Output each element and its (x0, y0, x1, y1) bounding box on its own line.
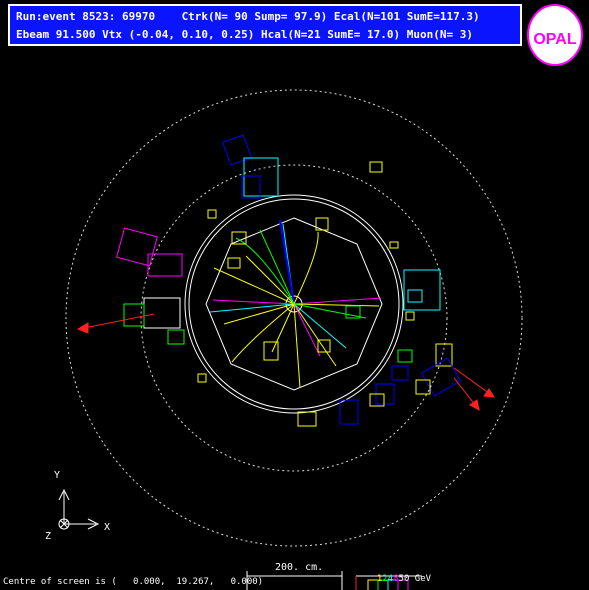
logo-text: OPAL (533, 31, 576, 48)
scale-bar-label: 200. cm. (275, 562, 324, 573)
tracks (209, 219, 382, 389)
axis-x-label: X (104, 522, 111, 533)
axis-z-label: Z (45, 531, 52, 542)
screen-centre-readout: Centre of screen is ( 0.000, 19.267, 0.0… (3, 577, 264, 587)
calorimeter-hits (116, 134, 462, 427)
axis-indicator (58, 488, 100, 530)
event-info-line-2: Ebeam 91.500 Vtx (-0.04, 0.10, 0.25) Hca… (16, 28, 473, 41)
event-display (58, 89, 523, 590)
middle-dotted-ring (140, 164, 448, 472)
event-info-line-1: Run:event 8523: 69970 Ctrk(N= 90 Sump= 9… (16, 10, 480, 23)
event-info-panel: Run:event 8523: 69970 Ctrk(N= 90 Sump= 9… (8, 4, 522, 46)
axis-y-label: Y (54, 470, 61, 481)
energy-scale-label: 124850 GeV (366, 564, 431, 584)
opal-logo: OPAL (527, 4, 583, 66)
energy-50: 50 GeV (398, 574, 432, 584)
muon-arrows (76, 313, 495, 411)
